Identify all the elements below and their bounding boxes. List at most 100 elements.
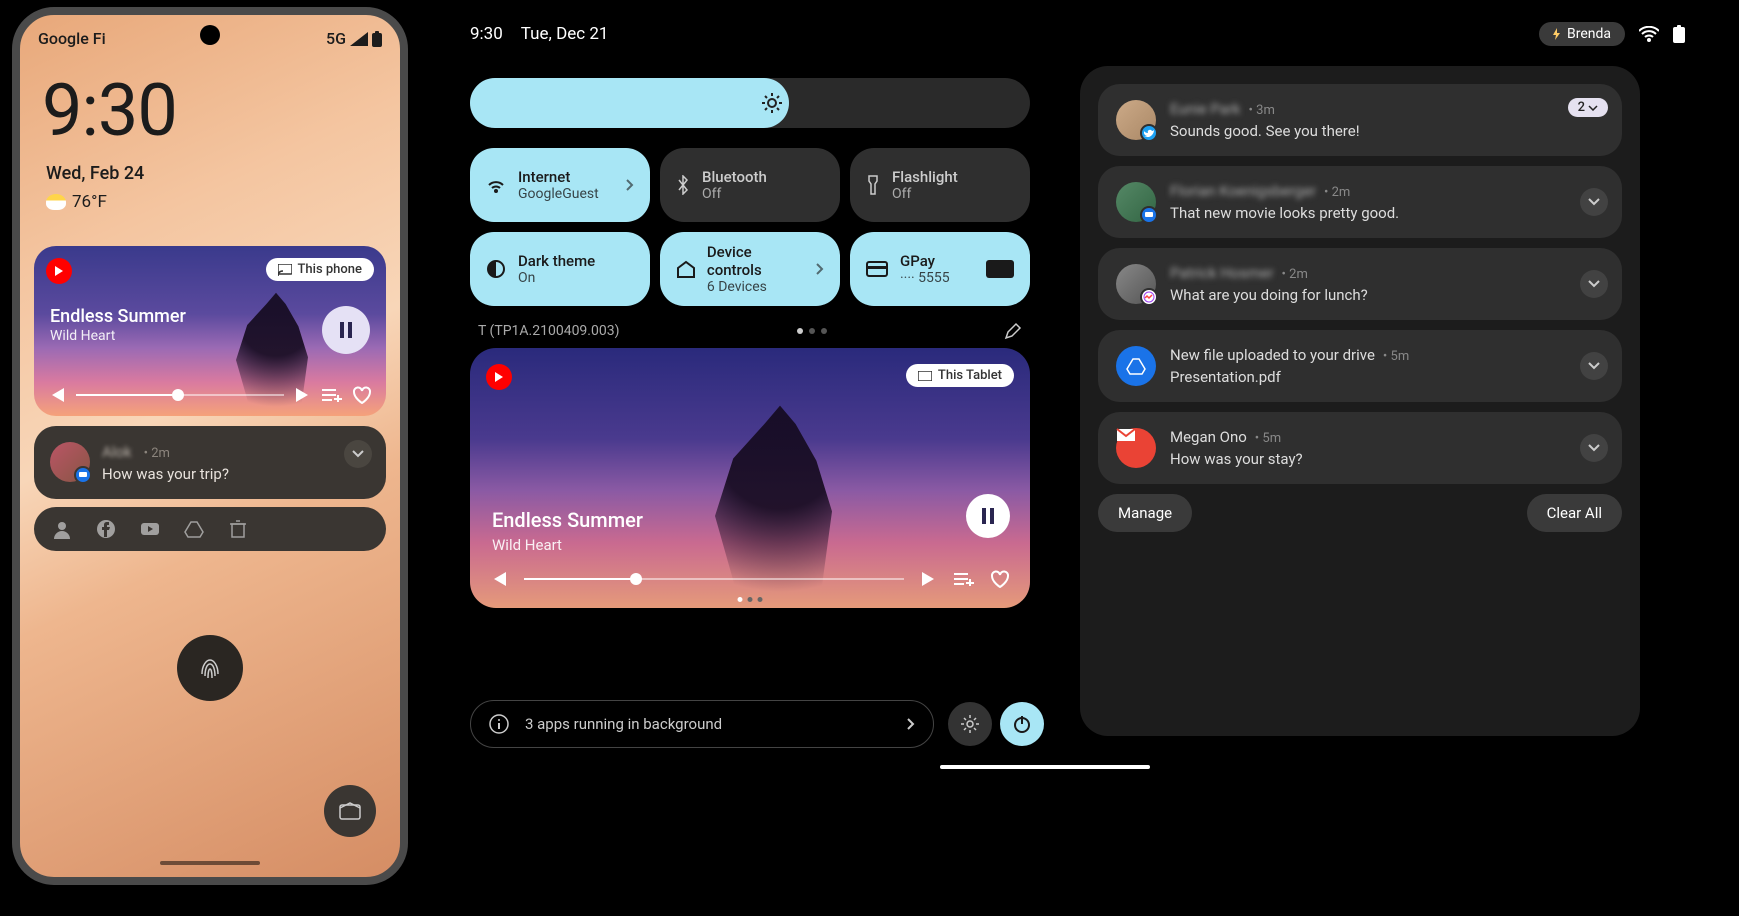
profile-icon bbox=[52, 519, 72, 539]
home-indicator[interactable] bbox=[160, 861, 260, 865]
queue-button[interactable] bbox=[954, 572, 974, 586]
tile-flashlight[interactable]: FlashlightOff bbox=[850, 148, 1030, 222]
power-button[interactable] bbox=[1000, 702, 1044, 746]
quick-settings-panel: InternetGoogleGuest BluetoothOff Flashli… bbox=[470, 78, 1030, 608]
navigation-bar[interactable] bbox=[940, 765, 1150, 769]
lockscreen-clock: 9:30 bbox=[20, 48, 400, 153]
tile-dark-theme[interactable]: Dark themeOn bbox=[470, 232, 650, 306]
notification-card[interactable]: Patrick Hosmer• 2m What are you doing fo… bbox=[1098, 248, 1622, 320]
gmail-app-icon bbox=[1116, 428, 1156, 468]
bolt-icon bbox=[1553, 28, 1561, 40]
cast-icon bbox=[278, 264, 292, 276]
seek-slider[interactable] bbox=[76, 390, 284, 400]
tile-internet[interactable]: InternetGoogleGuest bbox=[470, 148, 650, 222]
pause-icon bbox=[982, 508, 994, 524]
dark-theme-icon bbox=[486, 259, 506, 279]
signal-icon bbox=[350, 32, 368, 46]
youtube-music-icon bbox=[46, 258, 72, 284]
expand-button[interactable] bbox=[1580, 270, 1608, 298]
user-chip[interactable]: Brenda bbox=[1539, 22, 1625, 46]
background-apps-row[interactable]: 3 apps running in background bbox=[470, 700, 934, 748]
sender-name: Megan Ono bbox=[1170, 428, 1247, 446]
weather-widget[interactable]: 76°F bbox=[20, 184, 400, 212]
notification-panel: Eunie Park• 3m Sounds good. See you ther… bbox=[1080, 66, 1640, 736]
seek-slider[interactable] bbox=[524, 574, 904, 584]
manage-button[interactable]: Manage bbox=[1098, 494, 1192, 532]
wifi-icon bbox=[1639, 26, 1659, 42]
chevron-down-icon bbox=[352, 450, 364, 458]
cast-label: This Tablet bbox=[938, 368, 1002, 383]
notification-message: How was your trip? bbox=[102, 465, 229, 483]
notification-card[interactable]: Florian Koenigsberger• 2m That new movie… bbox=[1098, 166, 1622, 238]
notification-message: Presentation.pdf bbox=[1170, 368, 1604, 386]
battery-icon bbox=[1673, 25, 1685, 43]
chevron-down-icon bbox=[1588, 444, 1600, 452]
notification-card[interactable]: Eunie Park• 3m Sounds good. See you ther… bbox=[1098, 84, 1622, 156]
expand-button[interactable] bbox=[344, 440, 372, 468]
settings-button[interactable] bbox=[948, 702, 992, 746]
track-title: Endless Summer bbox=[50, 306, 186, 327]
next-button[interactable] bbox=[294, 388, 312, 402]
chevron-right-icon bbox=[816, 263, 824, 275]
fingerprint-button[interactable] bbox=[177, 635, 243, 701]
sender-avatar bbox=[1116, 100, 1156, 140]
tile-bluetooth[interactable]: BluetoothOff bbox=[660, 148, 840, 222]
queue-button[interactable] bbox=[322, 388, 342, 402]
youtube-music-icon bbox=[486, 364, 512, 390]
tablet-statusbar-left: 9:30 Tue, Dec 21 bbox=[470, 24, 608, 44]
messages-app-icon bbox=[74, 466, 92, 484]
build-number: T (TP1A.2100409.003) bbox=[478, 323, 619, 339]
page-dots bbox=[797, 328, 827, 334]
phone-lockscreen: Google Fi 5G 9:30 Wed, Feb 24 76°F This … bbox=[12, 7, 408, 885]
pause-icon bbox=[340, 322, 352, 338]
flashlight-icon bbox=[866, 175, 880, 195]
chevron-down-icon bbox=[1588, 198, 1600, 206]
tablet-icon bbox=[918, 371, 932, 381]
notification-message: What are you doing for lunch? bbox=[1170, 286, 1604, 304]
notification-message: That new movie looks pretty good. bbox=[1170, 204, 1604, 222]
track-artist: Wild Heart bbox=[492, 536, 562, 554]
bluetooth-icon bbox=[676, 175, 690, 195]
tile-gpay[interactable]: GPay···· 5555 bbox=[850, 232, 1030, 306]
user-name: Brenda bbox=[1567, 26, 1611, 42]
expand-button[interactable] bbox=[1580, 352, 1608, 380]
notification-icon-strip[interactable] bbox=[34, 507, 386, 551]
front-camera bbox=[200, 25, 220, 45]
notification-card[interactable]: Megan Ono• 5m How was your stay? bbox=[1098, 412, 1622, 484]
notification-card[interactable]: Alok • 2m How was your trip? bbox=[34, 426, 386, 499]
chevron-down-icon bbox=[1588, 280, 1600, 288]
gear-icon bbox=[960, 714, 980, 734]
previous-button[interactable] bbox=[490, 572, 508, 586]
expand-button[interactable] bbox=[1580, 188, 1608, 216]
sender-avatar bbox=[50, 442, 90, 482]
sender-avatar bbox=[1116, 182, 1156, 222]
edit-button[interactable] bbox=[1004, 322, 1022, 340]
wallet-button[interactable] bbox=[324, 785, 376, 837]
brightness-slider[interactable] bbox=[470, 78, 1030, 128]
tablet-media-player[interactable]: This Tablet Endless Summer Wild Heart bbox=[470, 348, 1030, 608]
next-button[interactable] bbox=[920, 572, 938, 586]
temperature-label: 76°F bbox=[72, 192, 107, 212]
weather-icon bbox=[46, 194, 66, 210]
notification-count-chip[interactable]: 2 bbox=[1568, 98, 1608, 117]
expand-button[interactable] bbox=[1580, 434, 1608, 462]
pause-button[interactable] bbox=[966, 494, 1010, 538]
pause-button[interactable] bbox=[322, 306, 370, 354]
tile-device-controls[interactable]: Device controls6 Devices bbox=[660, 232, 840, 306]
network-label: 5G bbox=[326, 29, 346, 48]
favorite-button[interactable] bbox=[990, 570, 1010, 588]
clear-all-button[interactable]: Clear All bbox=[1527, 494, 1622, 532]
chevron-right-icon bbox=[907, 718, 915, 730]
favorite-button[interactable] bbox=[352, 386, 372, 404]
cast-chip[interactable]: This phone bbox=[266, 258, 375, 281]
previous-button[interactable] bbox=[48, 388, 66, 402]
media-page-dots bbox=[738, 597, 763, 602]
media-player-card[interactable]: This phone Endless Summer Wild Heart bbox=[34, 246, 386, 416]
brightness-icon bbox=[762, 93, 782, 113]
tablet-clock: 9:30 bbox=[470, 24, 503, 44]
card-icon bbox=[866, 261, 888, 277]
home-icon bbox=[676, 260, 695, 278]
messages-app-icon bbox=[1140, 206, 1158, 224]
notification-card[interactable]: New file uploaded to your drive• 5m Pres… bbox=[1098, 330, 1622, 402]
cast-chip[interactable]: This Tablet bbox=[906, 364, 1014, 387]
